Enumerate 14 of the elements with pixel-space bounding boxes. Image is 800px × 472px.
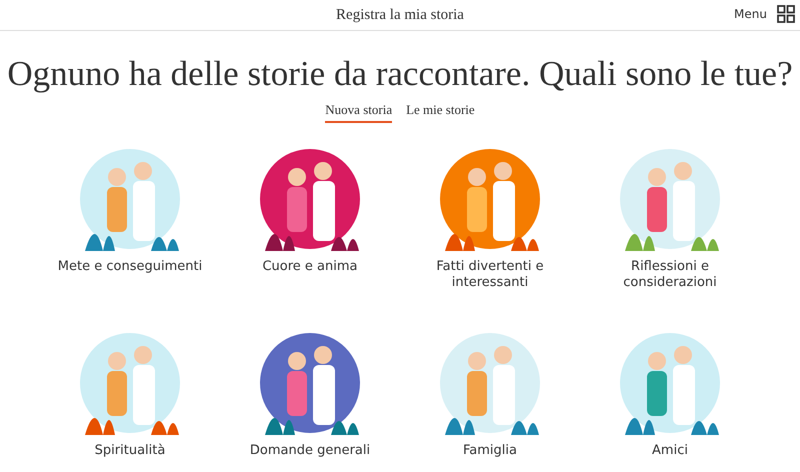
category-link[interactable]: Fatti divertenti e interessanti [415,258,565,290]
category-link[interactable]: Amici [595,442,745,458]
menu-button[interactable]: Menu [734,5,795,23]
story-tab[interactable]: Le mie storie [406,100,475,122]
category-link[interactable]: Mete e conseguimenti [55,258,205,274]
story-tab[interactable]: Nuova storia [325,100,392,122]
category-link[interactable]: Cuore e anima [235,258,385,274]
grid-icon [777,5,795,23]
category-link[interactable]: Famiglia [415,442,565,458]
category-link[interactable]: Domande generali [235,442,385,458]
page-title: Registra la mia storia [336,6,464,25]
category-link[interactable]: Riflessioni e considerazioni [595,258,745,290]
main-heading: Ognuno ha delle storie da raccontare. Quali sono le tue? [6,54,794,94]
category-link[interactable]: Spiritualità [55,442,205,458]
